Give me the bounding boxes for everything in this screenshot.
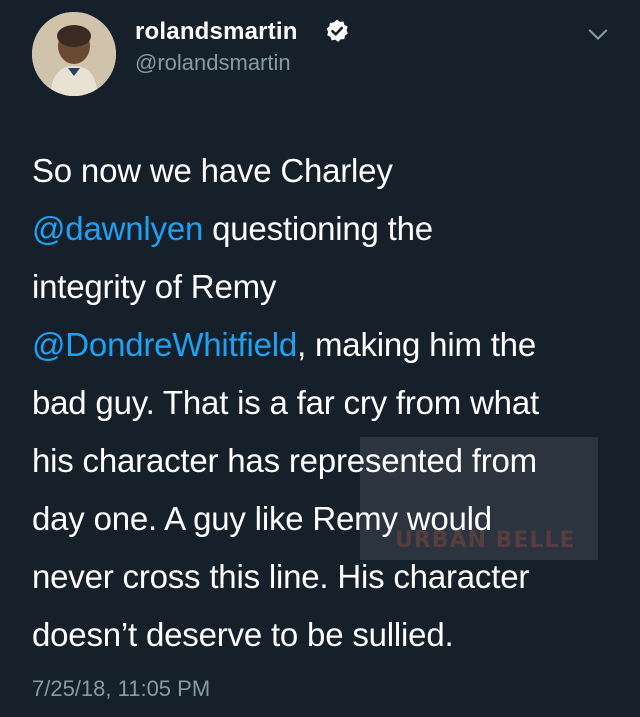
tweet-text-segment: integrity of Remy (32, 268, 277, 305)
handle[interactable]: @rolandsmartin (135, 50, 291, 76)
tweet-text-segment: doesn’t deserve to be sullied. (32, 616, 454, 653)
avatar-image (32, 12, 116, 96)
tweet-text-segment: day one. A guy like Remy would (32, 500, 492, 537)
tweet-text: So now we have Charley @dawnlyen question… (32, 142, 622, 664)
tweet-text-segment: , making him the (297, 326, 536, 363)
mention-link[interactable]: @DondreWhitfield (32, 326, 297, 363)
tweet-line: his character has represented from (32, 432, 622, 490)
tweet-line: So now we have Charley (32, 142, 622, 200)
avatar[interactable] (32, 12, 116, 96)
timestamp[interactable]: 7/25/18, 11:05 PM (32, 676, 210, 702)
tweet-text-segment: never cross this line. His character (32, 558, 530, 595)
tweet-text-segment: questioning the (203, 210, 433, 247)
tweet-text-segment: bad guy. That is a far cry from what (32, 384, 539, 421)
tweet-line: @DondreWhitfield, making him the (32, 316, 622, 374)
tweet-text-segment: So now we have Charley (32, 152, 393, 189)
verified-badge-icon (326, 19, 348, 42)
chevron-down-icon[interactable] (584, 20, 612, 48)
tweet-line: day one. A guy like Remy would (32, 490, 622, 548)
tweet-line: bad guy. That is a far cry from what (32, 374, 622, 432)
mention-link[interactable]: @dawnlyen (32, 210, 203, 247)
tweet-line: @dawnlyen questioning the (32, 200, 622, 258)
tweet-line: doesn’t deserve to be sullied. (32, 606, 622, 664)
display-name[interactable]: rolandsmartin (135, 18, 298, 46)
tweet-line: never cross this line. His character (32, 548, 622, 606)
tweet-text-segment: his character has represented from (32, 442, 537, 479)
tweet-line: integrity of Remy (32, 258, 622, 316)
